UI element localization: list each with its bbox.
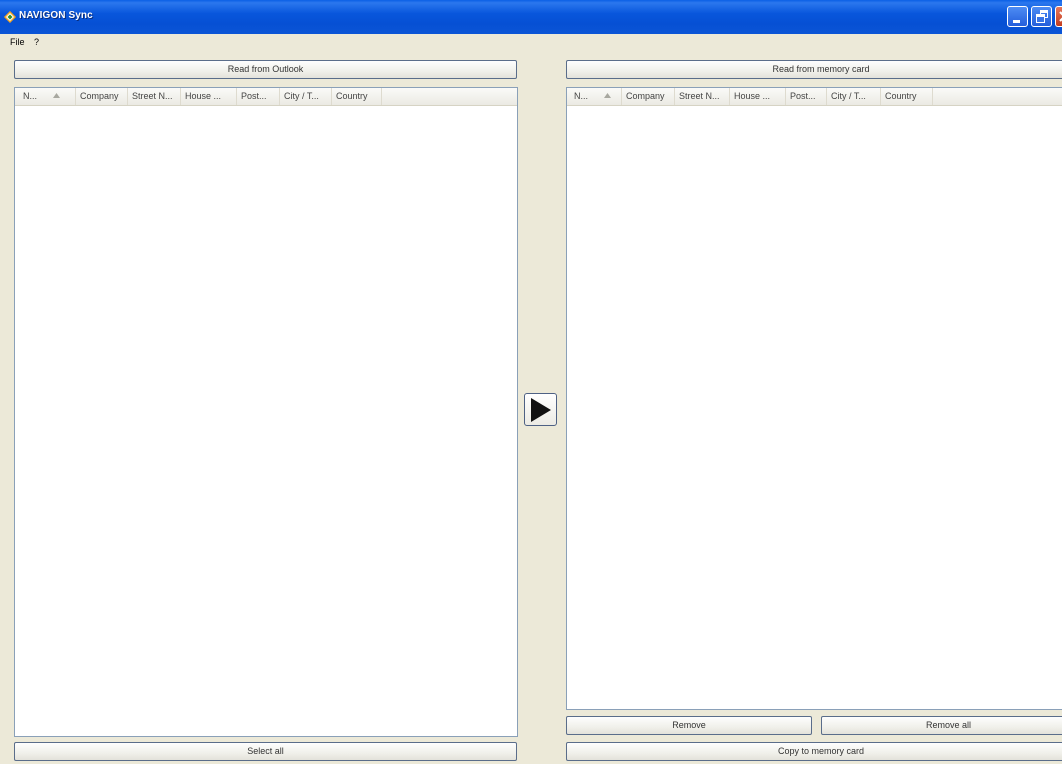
column-name[interactable]: N... — [567, 88, 622, 105]
menu-bar: File ? — [0, 34, 1062, 52]
column-street[interactable]: Street N... — [128, 88, 181, 105]
select-all-button[interactable]: Select all — [14, 742, 517, 761]
column-street-label: Street N... — [679, 91, 720, 101]
remove-button[interactable]: Remove — [566, 716, 812, 735]
column-house-label: House ... — [734, 91, 771, 101]
memory-card-list-header: N... Company Street N... House ... Post.… — [567, 88, 1062, 106]
column-name[interactable]: N... — [15, 88, 76, 105]
column-postcode[interactable]: Post... — [237, 88, 280, 105]
column-country[interactable]: Country — [332, 88, 382, 105]
column-company[interactable]: Company — [76, 88, 128, 105]
sort-ascending-icon — [53, 93, 60, 98]
outlook-contacts-list[interactable]: N... Company Street N... House ... Post.… — [14, 87, 518, 737]
copy-to-memory-card-button[interactable]: Copy to memory card — [566, 742, 1062, 761]
column-city-label: City / T... — [831, 91, 866, 101]
column-house-label: House ... — [185, 91, 222, 101]
read-from-outlook-button[interactable]: Read from Outlook — [14, 60, 517, 79]
minimize-icon — [1013, 20, 1020, 23]
column-postcode-label: Post... — [790, 91, 816, 101]
play-arrow-icon — [531, 398, 551, 422]
column-city[interactable]: City / T... — [280, 88, 332, 105]
menu-help[interactable]: ? — [34, 37, 39, 47]
column-name-label: N... — [23, 91, 38, 101]
column-street-label: Street N... — [132, 91, 173, 101]
column-house[interactable]: House ... — [730, 88, 786, 105]
column-street[interactable]: Street N... — [675, 88, 730, 105]
minimize-button[interactable] — [1007, 6, 1028, 27]
sort-ascending-icon — [604, 93, 611, 98]
app-window: NAVIGON Sync File ? Read from Outlook N.… — [0, 0, 1062, 764]
column-country[interactable]: Country — [881, 88, 933, 105]
title-bar[interactable]: NAVIGON Sync — [0, 0, 1062, 34]
column-postcode-label: Post... — [241, 91, 267, 101]
remove-all-button[interactable]: Remove all — [821, 716, 1062, 735]
transfer-button[interactable] — [524, 393, 557, 426]
menu-file[interactable]: File — [10, 37, 25, 47]
column-company[interactable]: Company — [622, 88, 675, 105]
column-postcode[interactable]: Post... — [786, 88, 827, 105]
column-country-label: Country — [336, 91, 368, 101]
column-city-label: City / T... — [284, 91, 319, 101]
column-city[interactable]: City / T... — [827, 88, 881, 105]
read-from-memory-card-button[interactable]: Read from memory card — [566, 60, 1062, 79]
navigon-logo-icon — [4, 11, 16, 23]
column-company-label: Company — [626, 91, 665, 101]
memory-card-contacts-list[interactable]: N... Company Street N... House ... Post.… — [566, 87, 1062, 710]
column-country-label: Country — [885, 91, 917, 101]
column-house[interactable]: House ... — [181, 88, 237, 105]
restore-button[interactable] — [1031, 6, 1052, 27]
column-company-label: Company — [80, 91, 119, 101]
column-name-label: N... — [574, 91, 589, 101]
restore-icon-front — [1036, 14, 1045, 23]
window-title: NAVIGON Sync — [19, 10, 93, 21]
close-button[interactable] — [1055, 6, 1062, 27]
outlook-list-header: N... Company Street N... House ... Post.… — [15, 88, 517, 106]
